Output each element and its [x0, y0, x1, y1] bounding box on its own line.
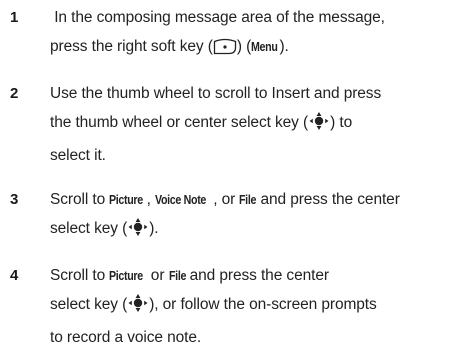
step-text: Use the thumb wheel to scroll to Insert … [50, 79, 460, 170]
step-text-segment: or [146, 267, 169, 284]
step-text-segment: ), or follow the on-screen prompts [149, 296, 377, 313]
step-text-segment: select key ( [50, 296, 128, 313]
step-text-segment: ) ( [236, 38, 252, 55]
menu-keyword: Menu [251, 39, 278, 54]
step-line: the thumb wheel or center select key ( ) … [50, 108, 460, 141]
step-number: 1 [10, 9, 19, 26]
center-select-key-icon [127, 293, 149, 323]
voice-note-keyword: Voice Note [155, 192, 207, 207]
step-number: 4 [10, 267, 19, 284]
step-line: select it. [50, 147, 106, 164]
step-text-segment: ) to [330, 114, 353, 131]
step-text: Scroll to Picture, Voice Note , or File a… [50, 185, 460, 247]
picture-keyword: Picture [109, 192, 144, 207]
step-text-segment: and press the center [185, 267, 329, 284]
step-text-segment: and press the center [256, 191, 400, 208]
step-text-segment: , [146, 191, 156, 208]
right-soft-key-icon [213, 36, 237, 65]
step-line: Scroll to Picture, Voice Note , or File a… [50, 185, 460, 214]
file-keyword: File [239, 192, 257, 207]
step-line: Scroll to Picture or File and press the … [50, 261, 460, 290]
file-keyword: File [168, 268, 186, 283]
step-text-segment: , or [213, 191, 240, 208]
step-text: In the composing message area of the mes… [50, 3, 460, 65]
step-text-segment: Scroll to [50, 191, 110, 208]
step-text-segment: the thumb wheel or center select key ( [50, 114, 309, 131]
center-select-key-icon [127, 217, 149, 247]
step-line: Use the thumb wheel to scroll to Insert … [50, 85, 382, 102]
step-text-segment: ). [279, 38, 289, 55]
step-text-segment: press the right soft key ( [50, 38, 213, 55]
picture-keyword: Picture [109, 268, 144, 283]
step-text-segment: select key ( [50, 220, 128, 237]
step-text: Scroll to Picture or File and press the … [50, 261, 460, 352]
center-select-key-icon [308, 111, 330, 141]
step-text-segment: ). [149, 220, 159, 237]
step-line: select key (). [50, 214, 460, 247]
step-number: 2 [10, 85, 19, 102]
step-text-segment: Scroll to [50, 267, 110, 284]
step-line: select key ( ), or follow the on-screen p… [50, 290, 460, 323]
instruction-steps: 1 In the composing message area of the m… [0, 0, 463, 353]
step-line: In the composing message area of the mes… [50, 3, 460, 32]
step-line: to record a voice note. [50, 329, 202, 346]
step-text-segment: In the composing message area of the mes… [54, 9, 385, 26]
step-number: 3 [10, 191, 19, 208]
step-line: press the right soft key ( ) (Menu). [50, 32, 460, 65]
